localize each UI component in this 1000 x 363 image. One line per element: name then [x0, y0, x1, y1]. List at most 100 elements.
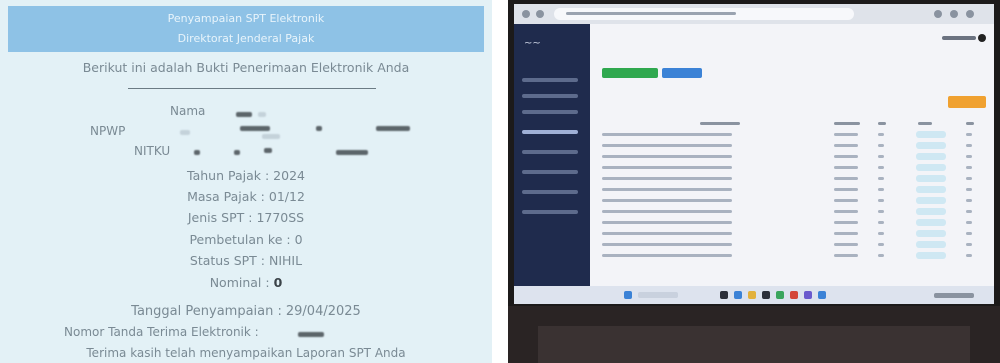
table-cell-act[interactable] [966, 210, 972, 213]
redacted-nama-2 [258, 112, 266, 117]
table-cell-n [878, 254, 884, 257]
orange-action-button[interactable] [948, 96, 986, 108]
table-cell-date [834, 243, 858, 246]
table-cell-date [834, 177, 858, 180]
table-cell-act[interactable] [966, 199, 972, 202]
user-name [942, 36, 976, 40]
table-row[interactable] [600, 141, 984, 151]
table-cell-pill[interactable] [916, 153, 946, 160]
redacted-ntte [298, 332, 324, 337]
table-cell-desc [602, 199, 732, 202]
table-cell-pill[interactable] [916, 164, 946, 171]
sidebar-item-2[interactable] [522, 94, 578, 98]
start-icon[interactable] [624, 291, 632, 299]
taskbar-app-8-icon[interactable] [818, 291, 826, 299]
sidebar-item-8[interactable] [522, 210, 578, 214]
app-logo-icon: ~~ [524, 38, 541, 49]
taskbar-search[interactable] [638, 292, 678, 298]
os-taskbar [514, 286, 994, 304]
table-row[interactable] [600, 207, 984, 217]
redacted-nitku-2 [234, 150, 240, 155]
back-icon[interactable] [522, 10, 530, 18]
table-cell-pill[interactable] [916, 186, 946, 193]
table-row[interactable] [600, 174, 984, 184]
table-row[interactable] [600, 229, 984, 239]
table-cell-act[interactable] [966, 243, 972, 246]
table-cell-date [834, 221, 858, 224]
sidebar-item-7[interactable] [522, 190, 578, 194]
profile-icon[interactable] [950, 10, 958, 18]
address-bar-url [566, 12, 736, 15]
redacted-npwp-3 [316, 126, 322, 131]
table-cell-date [834, 232, 858, 235]
table-cell-pill[interactable] [916, 252, 946, 259]
table-cell-n [878, 199, 884, 202]
pembetulan-value: 0 [294, 232, 303, 247]
sidebar-item-6[interactable] [522, 170, 578, 174]
table-row[interactable] [600, 240, 984, 250]
table-cell-pill[interactable] [916, 208, 946, 215]
blue-action-button[interactable] [662, 68, 702, 78]
sidebar-item-1[interactable] [522, 78, 578, 82]
table-cell-act[interactable] [966, 155, 972, 158]
table-cell-pill[interactable] [916, 142, 946, 149]
taskbar-app-7-icon[interactable] [804, 291, 812, 299]
table-row[interactable] [600, 152, 984, 162]
table-cell-act[interactable] [966, 133, 972, 136]
extension-icon[interactable] [934, 10, 942, 18]
table-row[interactable] [600, 196, 984, 206]
table-cell-pill[interactable] [916, 175, 946, 182]
table-cell-act[interactable] [966, 232, 972, 235]
tahun-pajak-value: 2024 [273, 168, 305, 183]
field-masa-pajak: Masa Pajak :01/12 [0, 189, 492, 204]
table-cell-act[interactable] [966, 254, 972, 257]
sidebar-item-5[interactable] [522, 150, 578, 154]
table-cell-act[interactable] [966, 177, 972, 180]
table-row[interactable] [600, 218, 984, 228]
field-tanggal-penyampaian: Tanggal Penyampaian :29/04/2025 [0, 304, 492, 319]
user-avatar[interactable] [978, 34, 986, 42]
table-cell-pill[interactable] [916, 241, 946, 248]
table-row[interactable] [600, 163, 984, 173]
table-cell-date [834, 210, 858, 213]
table-row[interactable] [600, 185, 984, 195]
receipt-photo: Penyampaian SPT Elektronik Direktorat Je… [0, 0, 492, 363]
taskbar-app-5-icon[interactable] [776, 291, 784, 299]
table-cell-act[interactable] [966, 188, 972, 191]
taskbar-app-1-icon[interactable] [720, 291, 728, 299]
redacted-nitku-1 [194, 150, 200, 155]
sidebar-item-3[interactable] [522, 110, 578, 114]
table-cell-n [878, 243, 884, 246]
table-cell-pill[interactable] [916, 230, 946, 237]
redacted-npwp-5 [262, 134, 280, 139]
table-row[interactable] [600, 130, 984, 140]
redacted-npwp-4 [376, 126, 410, 131]
green-action-button[interactable] [602, 68, 658, 78]
reload-icon[interactable] [536, 10, 544, 18]
tahun-pajak-label: Tahun Pajak : [187, 168, 270, 183]
sidebar-item-active[interactable] [522, 130, 578, 134]
table-cell-n [878, 144, 884, 147]
table-cell-pill[interactable] [916, 197, 946, 204]
table-cell-pill[interactable] [916, 219, 946, 226]
address-bar[interactable] [554, 8, 854, 20]
table-header-count [878, 122, 886, 125]
table-row[interactable] [600, 251, 984, 261]
table-cell-act[interactable] [966, 166, 972, 169]
menu-icon[interactable] [966, 10, 974, 18]
taskbar-app-4-icon[interactable] [762, 291, 770, 299]
taskbar-app-2-icon[interactable] [734, 291, 742, 299]
taskbar-app-6-icon[interactable] [790, 291, 798, 299]
table-cell-n [878, 232, 884, 235]
table-header-status [918, 122, 932, 125]
nama-label: Nama [170, 104, 206, 118]
tanggal-value: 29/04/2025 [285, 304, 361, 319]
table-cell-pill[interactable] [916, 131, 946, 138]
table-cell-act[interactable] [966, 144, 972, 147]
receipt-divider [128, 88, 376, 89]
jenis-spt-label: Jenis SPT : [187, 210, 253, 225]
table-cell-desc [602, 232, 732, 235]
table-cell-date [834, 188, 858, 191]
table-cell-act[interactable] [966, 221, 972, 224]
taskbar-app-3-icon[interactable] [748, 291, 756, 299]
